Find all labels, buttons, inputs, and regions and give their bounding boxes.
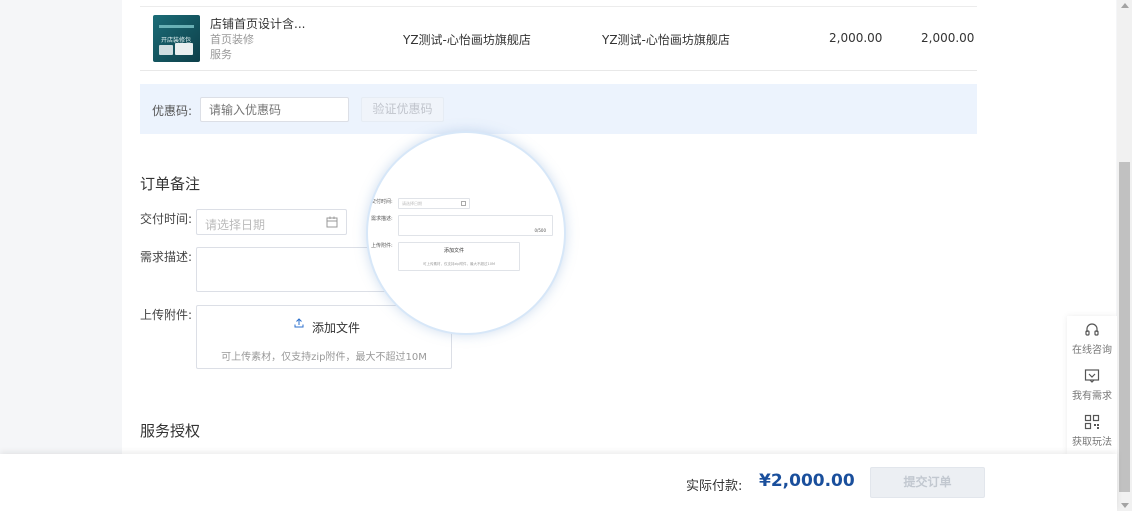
mag-upload-area: 添加文件 可上传素材，仅支持zip附件，最大不超过10M	[398, 242, 520, 271]
mag-desc-label: 需求描述:	[371, 216, 393, 222]
calendar-icon	[326, 216, 338, 228]
calendar-icon	[461, 201, 466, 206]
upload-label: 上传附件:	[140, 308, 193, 322]
my-demand-label: 我有需求	[1072, 391, 1112, 402]
payment-bar: 实际付款: ¥2,000.00 提交订单	[0, 454, 1117, 511]
get-more-button[interactable]: 获取玩法	[1067, 414, 1117, 448]
get-more-label: 获取玩法	[1072, 437, 1112, 448]
product-row: 开店装修包 店铺首页设计含... 首页装修 服务 YZ测试-心怡画坊旗舰店 YZ…	[140, 7, 977, 71]
message-icon	[1084, 369, 1100, 383]
order-notes-title: 订单备注	[140, 175, 201, 193]
scroll-thumb[interactable]	[1119, 162, 1130, 492]
subtotal: 2,000.00	[921, 31, 975, 45]
shop-name: YZ测试-心怡画坊旗舰店	[403, 33, 531, 47]
product-name[interactable]: 店铺首页设计含...	[210, 15, 305, 32]
delivery-time-label: 交付时间:	[140, 212, 193, 226]
payment-amount: ¥2,000.00	[759, 471, 855, 491]
mag-upload-hint: 可上传素材，仅支持zip附件，最大不超过10M	[422, 262, 495, 266]
zoom-magnifier: 交付时间: 请选择日期 需求描述: 0/500 上传附件: 添加文件 可上传素材…	[366, 131, 566, 335]
coupon-section: 优惠码: 验证优惠码	[140, 84, 977, 134]
upload-icon	[294, 318, 304, 328]
mag-date-placeholder: 请选择日期	[402, 201, 422, 206]
thumbnail-graphic	[159, 25, 194, 28]
product-thumbnail[interactable]: 开店装修包	[153, 15, 200, 62]
product-type: 服务	[210, 48, 232, 61]
mag-date-picker: 请选择日期	[398, 198, 470, 209]
mag-textarea: 0/500	[398, 215, 553, 236]
headset-icon	[1085, 323, 1099, 336]
floating-service-panel: 在线咨询 我有需求 获取玩法	[1067, 316, 1117, 454]
mag-delivery-label: 交付时间:	[371, 199, 393, 205]
thumbnail-graphic	[175, 43, 193, 55]
thumbnail-graphic	[159, 45, 173, 55]
add-file-button[interactable]: 添加文件	[312, 319, 360, 336]
online-consult-button[interactable]: 在线咨询	[1067, 322, 1117, 356]
mag-upload-label: 上传附件:	[371, 243, 393, 249]
mag-add-file: 添加文件	[444, 248, 465, 254]
char-counter: 0/500	[534, 228, 546, 233]
service-provider: YZ测试-心怡画坊旗舰店	[602, 33, 730, 47]
qrcode-icon	[1084, 414, 1100, 430]
scroll-up-arrow-icon[interactable]	[1121, 3, 1129, 8]
description-label: 需求描述:	[140, 250, 193, 264]
online-consult-label: 在线咨询	[1072, 345, 1112, 356]
upload-hint: 可上传素材，仅支持zip附件，最大不超过10M	[221, 352, 427, 363]
date-placeholder: 请选择日期	[205, 218, 266, 232]
scroll-down-arrow-icon[interactable]	[1121, 503, 1129, 508]
my-demand-button[interactable]: 我有需求	[1067, 368, 1117, 402]
coupon-label: 优惠码:	[152, 104, 193, 118]
payment-label: 实际付款:	[686, 479, 743, 494]
vertical-scrollbar[interactable]	[1117, 0, 1132, 511]
submit-order-button[interactable]: 提交订单	[870, 467, 985, 498]
unit-price: 2,000.00	[829, 31, 883, 45]
coupon-input[interactable]	[200, 97, 349, 122]
service-auth-title: 服务授权	[140, 422, 201, 440]
product-category: 首页装修	[210, 33, 254, 46]
verify-coupon-button[interactable]: 验证优惠码	[361, 97, 444, 122]
delivery-date-picker[interactable]: 请选择日期	[196, 209, 347, 235]
